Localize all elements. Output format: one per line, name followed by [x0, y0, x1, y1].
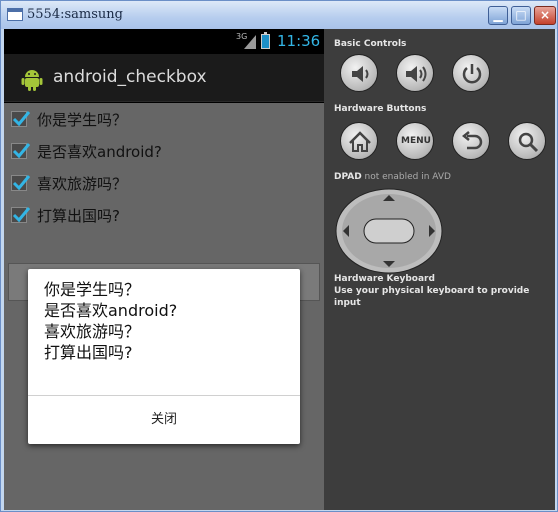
home-button[interactable]: [340, 122, 378, 160]
dialog-line: 打算出国吗?: [44, 343, 133, 362]
clock: 11:36: [277, 32, 321, 50]
volume-up-icon: [406, 66, 427, 82]
volume-up-button[interactable]: [396, 54, 434, 92]
menu-button[interactable]: MENU: [396, 122, 434, 160]
battery-icon: [261, 32, 270, 49]
signal-icon: [244, 35, 256, 49]
hardware-keyboard-info: Hardware Keyboard Use your physical keyb…: [334, 273, 555, 309]
minimize-button[interactable]: ▁: [488, 6, 508, 25]
window-title: 5554:samsung: [27, 7, 123, 22]
dpad-control[interactable]: [335, 188, 443, 274]
app-title: android_checkbox: [53, 67, 207, 87]
dpad-label: DPAD: [334, 172, 362, 182]
dialog-message: 你是学生吗？ 是否喜欢android? 喜欢旅游吗？ 打算出国吗?: [44, 279, 284, 363]
power-icon: [462, 64, 482, 84]
checkbox-label: 打算出国吗?: [37, 207, 120, 225]
app-content: 你是学生吗？ 是否喜欢android? 喜欢旅游吗？ 打算出国吗? 你是学生吗？…: [4, 103, 324, 510]
home-icon: [349, 131, 371, 152]
checkbox-checked-icon[interactable]: [11, 175, 31, 191]
controls-panel: Basic Controls Hardware Buttons MENU DPA…: [324, 29, 555, 510]
menu-label: MENU: [401, 136, 431, 146]
back-icon: [461, 131, 483, 150]
volume-down-icon: [352, 66, 369, 82]
keyboard-title: Hardware Keyboard: [334, 274, 435, 284]
checkbox-android[interactable]: 是否喜欢android?: [11, 136, 311, 166]
power-button[interactable]: [452, 54, 490, 92]
checkbox-label: 喜欢旅游吗？: [37, 175, 128, 193]
dialog-line: 是否喜欢android?: [44, 301, 178, 320]
volume-down-button[interactable]: [340, 54, 378, 92]
checkbox-checked-icon[interactable]: [11, 143, 31, 159]
emulator-window: 5554:samsung ▁ □ × 3G 11:36 android_chec…: [0, 0, 558, 512]
action-bar: android_checkbox: [4, 54, 324, 102]
search-icon: [518, 132, 539, 153]
checkbox-student[interactable]: 你是学生吗？: [11, 104, 311, 134]
close-window-button[interactable]: ×: [534, 6, 556, 25]
checkbox-checked-icon[interactable]: [11, 111, 31, 127]
maximize-button[interactable]: □: [511, 6, 531, 25]
window-icon: [7, 8, 23, 21]
emulator-client: 3G 11:36 android_checkbox 你是学生吗？ 是否喜欢and…: [4, 29, 555, 510]
basic-controls-title: Basic Controls: [334, 39, 407, 49]
checkbox-label: 你是学生吗？: [37, 111, 128, 129]
checkbox-checked-icon[interactable]: [11, 207, 31, 223]
search-button[interactable]: [508, 122, 546, 160]
checkbox-abroad[interactable]: 打算出国吗?: [11, 200, 311, 230]
dialog-close-button[interactable]: 关闭: [28, 396, 300, 444]
alert-dialog: 你是学生吗？ 是否喜欢android? 喜欢旅游吗？ 打算出国吗? 关闭: [28, 269, 300, 444]
back-button[interactable]: [452, 122, 490, 160]
device-screen[interactable]: 3G 11:36 android_checkbox 你是学生吗？ 是否喜欢and…: [4, 29, 324, 510]
dpad-title: DPAD not enabled in AVD: [334, 172, 451, 182]
status-bar: 3G 11:36: [4, 29, 324, 54]
checkbox-label: 是否喜欢android?: [37, 143, 162, 161]
keyboard-note: Use your physical keyboard to provide in…: [334, 286, 530, 308]
title-bar[interactable]: 5554:samsung ▁ □ ×: [1, 1, 557, 29]
checkbox-travel[interactable]: 喜欢旅游吗？: [11, 168, 311, 198]
dpad-note: not enabled in AVD: [361, 172, 451, 182]
hardware-buttons-title: Hardware Buttons: [334, 104, 427, 114]
android-robot-icon: [21, 70, 43, 91]
dialog-line: 你是学生吗？: [44, 280, 141, 299]
dialog-line: 喜欢旅游吗？: [44, 322, 141, 341]
